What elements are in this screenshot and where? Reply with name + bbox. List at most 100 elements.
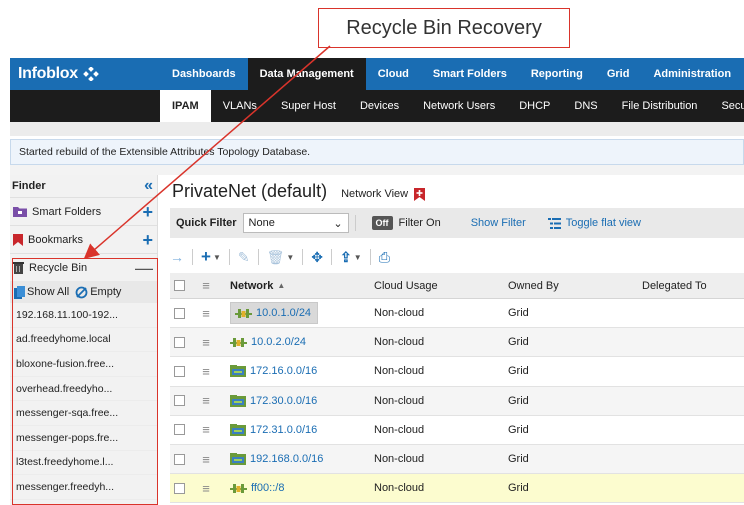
bookmarks-panel[interactable]: Bookmarks +	[10, 225, 157, 253]
edit-button[interactable]: ✎	[238, 249, 250, 266]
move-button[interactable]: ✥	[311, 249, 323, 266]
nav-smart-folders[interactable]: Smart Folders	[421, 58, 519, 90]
header-owned-by[interactable]: Owned By	[500, 280, 634, 292]
tab-security[interactable]: Security	[709, 90, 744, 122]
status-message: Started rebuild of the Extensible Attrib…	[10, 139, 744, 165]
print-button[interactable]: ⎙	[379, 249, 390, 266]
network-link[interactable]: ff00::/8	[230, 482, 284, 494]
tab-file-distribution[interactable]: File Distribution	[610, 90, 710, 122]
tab-network-users[interactable]: Network Users	[411, 90, 507, 122]
table-row[interactable]: ≡ 172.30.0.0/16 Non-cloud Grid	[170, 386, 744, 416]
header-delegated-to[interactable]: Delegated To	[634, 280, 744, 292]
nav-cloud[interactable]: Cloud	[366, 58, 421, 90]
recycle-bin-item[interactable]: messenger-sqa.free...	[10, 401, 157, 426]
network-link[interactable]: 10.0.2.0/24	[230, 336, 306, 348]
column-menu-icon[interactable]: ≡	[188, 278, 224, 293]
toggle-flat-view-link[interactable]: Toggle flat view	[547, 217, 641, 229]
tab-dhcp[interactable]: DHCP	[507, 90, 562, 122]
nav-dashboards[interactable]: Dashboards	[160, 58, 248, 90]
collapse-panel-icon[interactable]: —	[135, 259, 153, 277]
row-menu-icon[interactable]: ≡	[188, 306, 224, 321]
bookmarks-label: Bookmarks	[28, 233, 84, 246]
cell-cloud-usage: Non-cloud	[374, 453, 425, 466]
tab-ipam[interactable]: IPAM	[160, 90, 211, 122]
smart-folders-panel[interactable]: Smart Folders +	[10, 197, 157, 225]
network-address: 10.0.2.0/24	[251, 336, 307, 349]
nav-administration[interactable]: Administration	[641, 58, 743, 90]
spacer	[10, 122, 744, 136]
table-row[interactable]: ≡ 10.0.2.0/24 Non-cloud Grid	[170, 328, 744, 358]
divider	[228, 249, 230, 265]
row-checkbox[interactable]	[170, 482, 188, 494]
bookmark-add-icon[interactable]	[414, 187, 426, 201]
cell-owned-by: Grid	[508, 394, 529, 407]
network-link[interactable]: 10.0.1.0/24	[230, 302, 319, 325]
table-row[interactable]: ≡ 10.0.1.0/24 Non-cloud Grid	[170, 299, 744, 329]
show-filter-link[interactable]: Show Filter	[471, 217, 526, 229]
row-checkbox[interactable]	[170, 453, 188, 465]
cell-network: 10.0.2.0/24	[224, 336, 366, 348]
recycle-bin-item[interactable]: l3test.freedyhome.l...	[10, 451, 157, 476]
add-icon[interactable]: +	[142, 203, 153, 221]
row-menu-icon[interactable]: ≡	[188, 364, 224, 379]
empty-button[interactable]: Empty	[75, 286, 121, 299]
row-menu-icon[interactable]: ≡	[188, 422, 224, 437]
network-icon	[230, 483, 247, 493]
add-icon[interactable]: +	[142, 231, 153, 249]
filter-toggle[interactable]: Off	[371, 216, 393, 230]
recycle-bin-list: 192.168.11.100-192... ad.freedyhome.loca…	[10, 303, 157, 500]
network-container-icon	[230, 394, 246, 407]
row-checkbox[interactable]	[170, 307, 188, 319]
tab-dns[interactable]: DNS	[562, 90, 609, 122]
network-view-selector[interactable]: Network View	[341, 187, 426, 201]
row-menu-icon[interactable]: ≡	[188, 481, 224, 496]
recycle-bin-item[interactable]: overhead.freedyho...	[10, 377, 157, 402]
network-link[interactable]: 172.30.0.0/16	[230, 394, 317, 407]
select-all-checkbox[interactable]	[170, 280, 188, 291]
header-cloud-usage[interactable]: Cloud Usage	[366, 280, 500, 292]
recycle-bin-item[interactable]: ad.freedyhome.local	[10, 328, 157, 353]
row-menu-icon[interactable]: ≡	[188, 335, 224, 350]
cell-network: 172.30.0.0/16	[224, 394, 366, 407]
next-arrow-icon[interactable]: →	[170, 249, 184, 265]
network-container-icon	[230, 423, 246, 436]
row-checkbox[interactable]	[170, 424, 188, 436]
tab-devices[interactable]: Devices	[348, 90, 411, 122]
trash-icon: 🗑	[266, 248, 285, 265]
row-checkbox[interactable]	[170, 336, 188, 348]
network-link[interactable]: 172.16.0.0/16	[230, 365, 317, 378]
export-button[interactable]: ⇪ ▼	[340, 249, 362, 266]
network-link[interactable]: 172.31.0.0/16	[230, 423, 317, 436]
add-button[interactable]: + ▼	[201, 247, 221, 267]
delete-button[interactable]: 🗑 ▼	[267, 249, 295, 266]
header-network[interactable]: Network ▲	[224, 280, 366, 292]
finder-header: Finder «	[10, 175, 157, 197]
row-checkbox[interactable]	[170, 365, 188, 377]
tab-vlans[interactable]: VLANs	[211, 90, 269, 122]
recycle-bin-item[interactable]: messenger.freedyh...	[10, 475, 157, 500]
quick-filter-select[interactable]: None ⌄	[242, 213, 349, 233]
infoblox-logo[interactable]: Infoblox	[10, 65, 160, 83]
divider	[192, 249, 193, 265]
nav-grid[interactable]: Grid	[595, 58, 642, 90]
table-row[interactable]: ≡ ff00::/8 Non-cloud Grid	[170, 474, 744, 504]
network-link[interactable]: 192.168.0.0/16	[230, 453, 323, 466]
tab-super-host[interactable]: Super Host	[269, 90, 348, 122]
recycle-bin-item[interactable]: messenger-pops.fre...	[10, 426, 157, 451]
recycle-bin-item[interactable]: bloxone-fusion.free...	[10, 352, 157, 377]
table-row[interactable]: ≡ 172.16.0.0/16 Non-cloud Grid	[170, 357, 744, 387]
row-menu-icon[interactable]: ≡	[188, 393, 224, 408]
divider	[257, 249, 259, 265]
cell-cloud-usage: Non-cloud	[374, 394, 425, 407]
recycle-bin-item[interactable]: 192.168.11.100-192...	[10, 303, 157, 328]
network-container-icon	[230, 365, 246, 378]
nav-reporting[interactable]: Reporting	[519, 58, 595, 90]
nav-data-management[interactable]: Data Management	[247, 58, 366, 90]
row-menu-icon[interactable]: ≡	[188, 452, 224, 467]
recycle-bin-panel[interactable]: Recycle Bin —	[10, 253, 157, 281]
row-checkbox[interactable]	[170, 395, 188, 407]
table-row[interactable]: ≡ 192.168.0.0/16 Non-cloud Grid	[170, 444, 744, 475]
show-all-button[interactable]: Show All	[14, 285, 69, 299]
collapse-icon[interactable]: «	[144, 177, 153, 195]
table-row[interactable]: ≡ 172.31.0.0/16 Non-cloud Grid	[170, 415, 744, 445]
